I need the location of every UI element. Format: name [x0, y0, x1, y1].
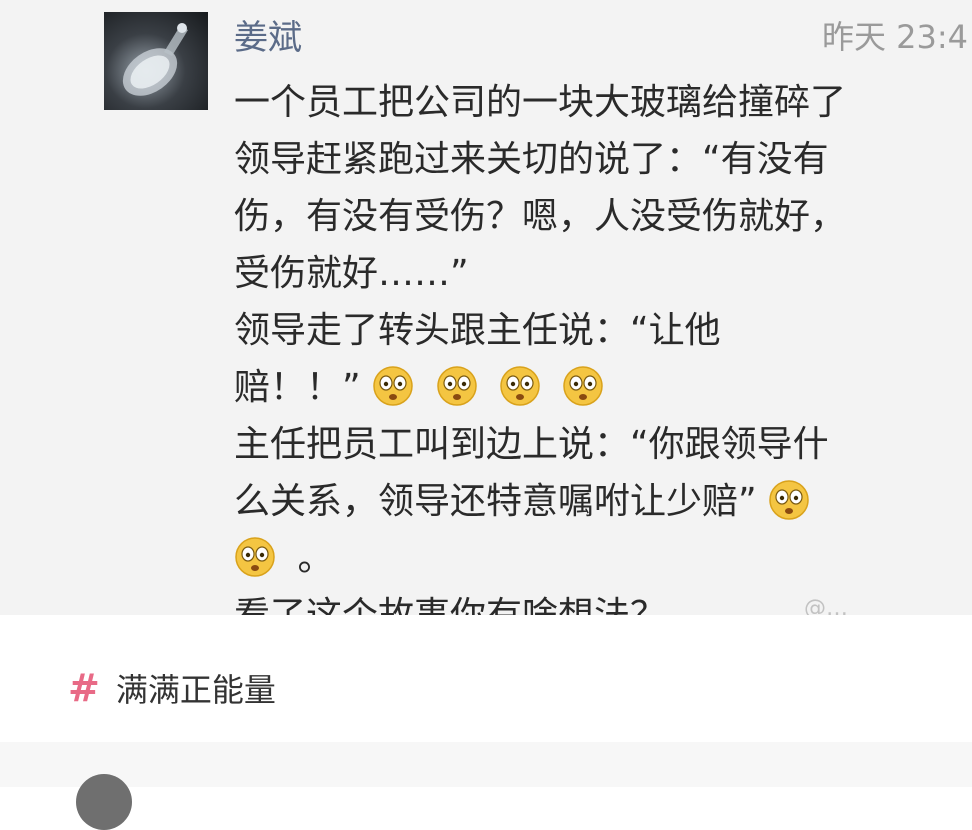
message-line: 一个员工把公司的一块大玻璃给撞碎了: [234, 82, 847, 123]
message-line: 受伤就好……”: [234, 253, 469, 294]
message-line: 主任把员工叫到边上说：“你跟领导什: [234, 424, 829, 465]
chat-message-card: 姜斌 昨天 23:4 一个员工把公司的一块大玻璃给撞碎了 领导赶紧跑过来关切的说…: [0, 0, 972, 615]
message-line-text: 么关系，领导还特意嘱咐让少赔”: [234, 481, 757, 522]
next-item-strip: [0, 742, 972, 787]
hashtag-icon: #: [68, 666, 100, 710]
shocked-face-emoji-icon: [436, 366, 488, 408]
message-timestamp: 昨天 23:4: [822, 18, 969, 56]
shocked-face-emoji-icon: [768, 480, 820, 522]
message-body: 一个员工把公司的一块大玻璃给撞碎了 领导赶紧跑过来关切的说了：“有没有 伤，有没…: [234, 74, 972, 615]
message-line: 么关系，领导还特意嘱咐让少赔”: [234, 473, 972, 530]
message-line: 赔！！”: [234, 359, 972, 416]
shocked-face-emoji-icon: [372, 366, 424, 408]
author-name[interactable]: 姜斌: [234, 10, 302, 59]
message-line: 领导赶紧跑过来关切的说了：“有没有: [234, 139, 829, 180]
watermark: @…: [804, 596, 848, 615]
hashtag-label[interactable]: 满满正能量: [116, 665, 276, 711]
author-avatar[interactable]: [104, 12, 208, 110]
message-line: 伤，有没有受伤？嗯，人没受伤就好，: [234, 196, 847, 237]
shocked-face-emoji-icon: [562, 366, 614, 408]
message-line: 领导走了转头跟主任说：“让他: [234, 310, 721, 351]
shocked-face-emoji-icon: [234, 537, 286, 579]
message-line: 看了这个故事你有啥想法？: [234, 587, 972, 615]
hashtag-topic[interactable]: # 满满正能量: [68, 665, 276, 711]
shocked-face-emoji-icon: [499, 366, 551, 408]
next-item-avatar[interactable]: [76, 774, 132, 830]
message-line: 。: [234, 530, 972, 587]
message-line-text: 。: [297, 538, 334, 579]
message-line-text: 赔！！”: [234, 367, 361, 408]
